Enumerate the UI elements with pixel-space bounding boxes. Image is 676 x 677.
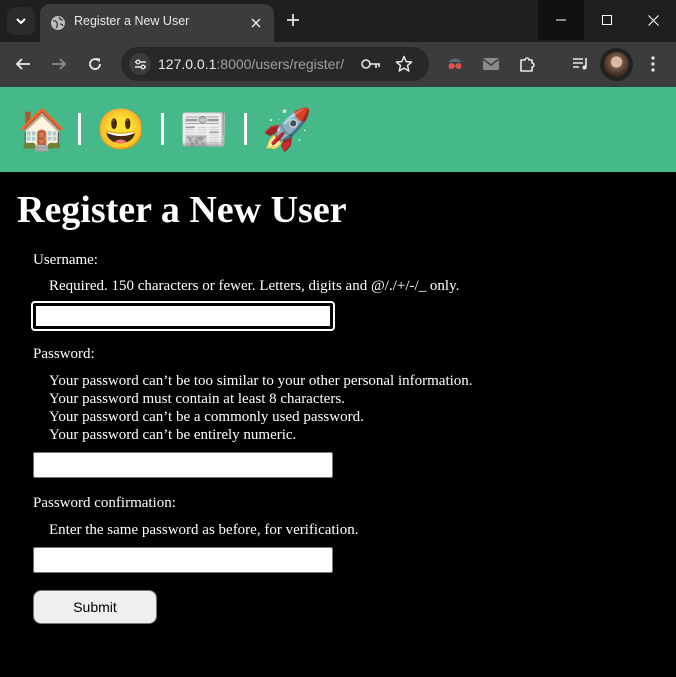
avatar-photo [604,52,629,77]
new-tab-button[interactable] [281,8,305,32]
nav-home-link[interactable]: 🏠 [17,107,67,153]
smiley-icon: 😃 [96,108,146,152]
username-label: Username: [33,252,98,268]
password-key-icon[interactable] [361,54,381,74]
tab-title: Register a New User [74,14,190,28]
close-tab-icon[interactable] [246,13,266,33]
extensions-puzzle-icon[interactable] [516,53,538,75]
media-control-icon[interactable] [570,53,592,75]
url-host: 127.0.0.1 [158,56,217,72]
url-text: 127.0.0.1:8000/users/register/ [158,56,344,72]
nav-profile-link[interactable]: 😃 [96,107,146,153]
home-icon: 🏠 [17,108,67,152]
url-path: :8000/users/register/ [216,56,345,72]
password-help-item: Your password can’t be a commonly used p… [49,409,364,425]
kebab-menu-icon[interactable] [642,53,664,75]
plus-icon [287,14,299,26]
password-confirmation-help-text: Enter the same password as before, for v… [49,522,359,538]
site-info-button[interactable] [129,53,151,75]
nav-separator [78,113,81,145]
reload-button[interactable] [81,50,109,78]
browser-title-bar: Register a New User [0,0,676,42]
nav-news-link[interactable]: 📰 [179,107,229,153]
chevron-down-icon [16,18,26,25]
nav-separator [161,113,164,145]
tune-icon [134,59,146,69]
username-help-text: Required. 150 characters or fewer. Lette… [49,278,460,294]
site-nav-bar: 🏠 😃 📰 🚀 [0,87,676,172]
globe-icon [51,16,65,30]
password-help-item: Your password can’t be too similar to yo… [49,373,473,389]
close-window-button[interactable] [630,0,676,40]
rocket-icon: 🚀 [262,108,312,152]
password-help-item: Your password can’t be entirely numeric. [49,427,297,443]
nav-separator [244,113,247,145]
browser-tab[interactable]: Register a New User [40,4,274,42]
page-title: Register a New User [17,189,347,231]
password-help-item: Your password must contain at least 8 ch… [49,391,345,407]
back-button[interactable] [9,50,37,78]
arrow-left-icon [15,58,30,70]
nav-launch-link[interactable]: 🚀 [262,107,312,153]
forward-button[interactable] [45,50,73,78]
reload-icon [89,58,101,70]
register-page: Register a New User Username: Required. … [0,172,676,677]
mail-icon[interactable] [480,53,502,75]
minimize-button[interactable] [538,0,584,40]
submit-button[interactable]: Submit [33,590,157,624]
password-input[interactable] [33,452,333,478]
username-input[interactable] [31,301,335,331]
close-icon [647,14,659,26]
profile-avatar[interactable] [600,48,633,81]
address-bar[interactable]: 127.0.0.1:8000/users/register/ [121,47,429,81]
maximize-button[interactable] [584,0,630,40]
newspaper-icon: 📰 [179,108,229,152]
arrow-right-icon [52,58,67,70]
password-label: Password: [33,346,95,362]
browser-toolbar: 127.0.0.1:8000/users/register/ [0,42,676,87]
tab-search-button[interactable] [7,7,35,35]
maximize-icon [602,15,612,25]
extension-spy-icon[interactable] [444,53,466,75]
password-confirmation-input[interactable] [33,547,333,573]
minimize-icon [556,19,566,21]
bookmark-star-icon[interactable] [394,54,414,74]
password-confirmation-label: Password confirmation: [33,495,176,511]
